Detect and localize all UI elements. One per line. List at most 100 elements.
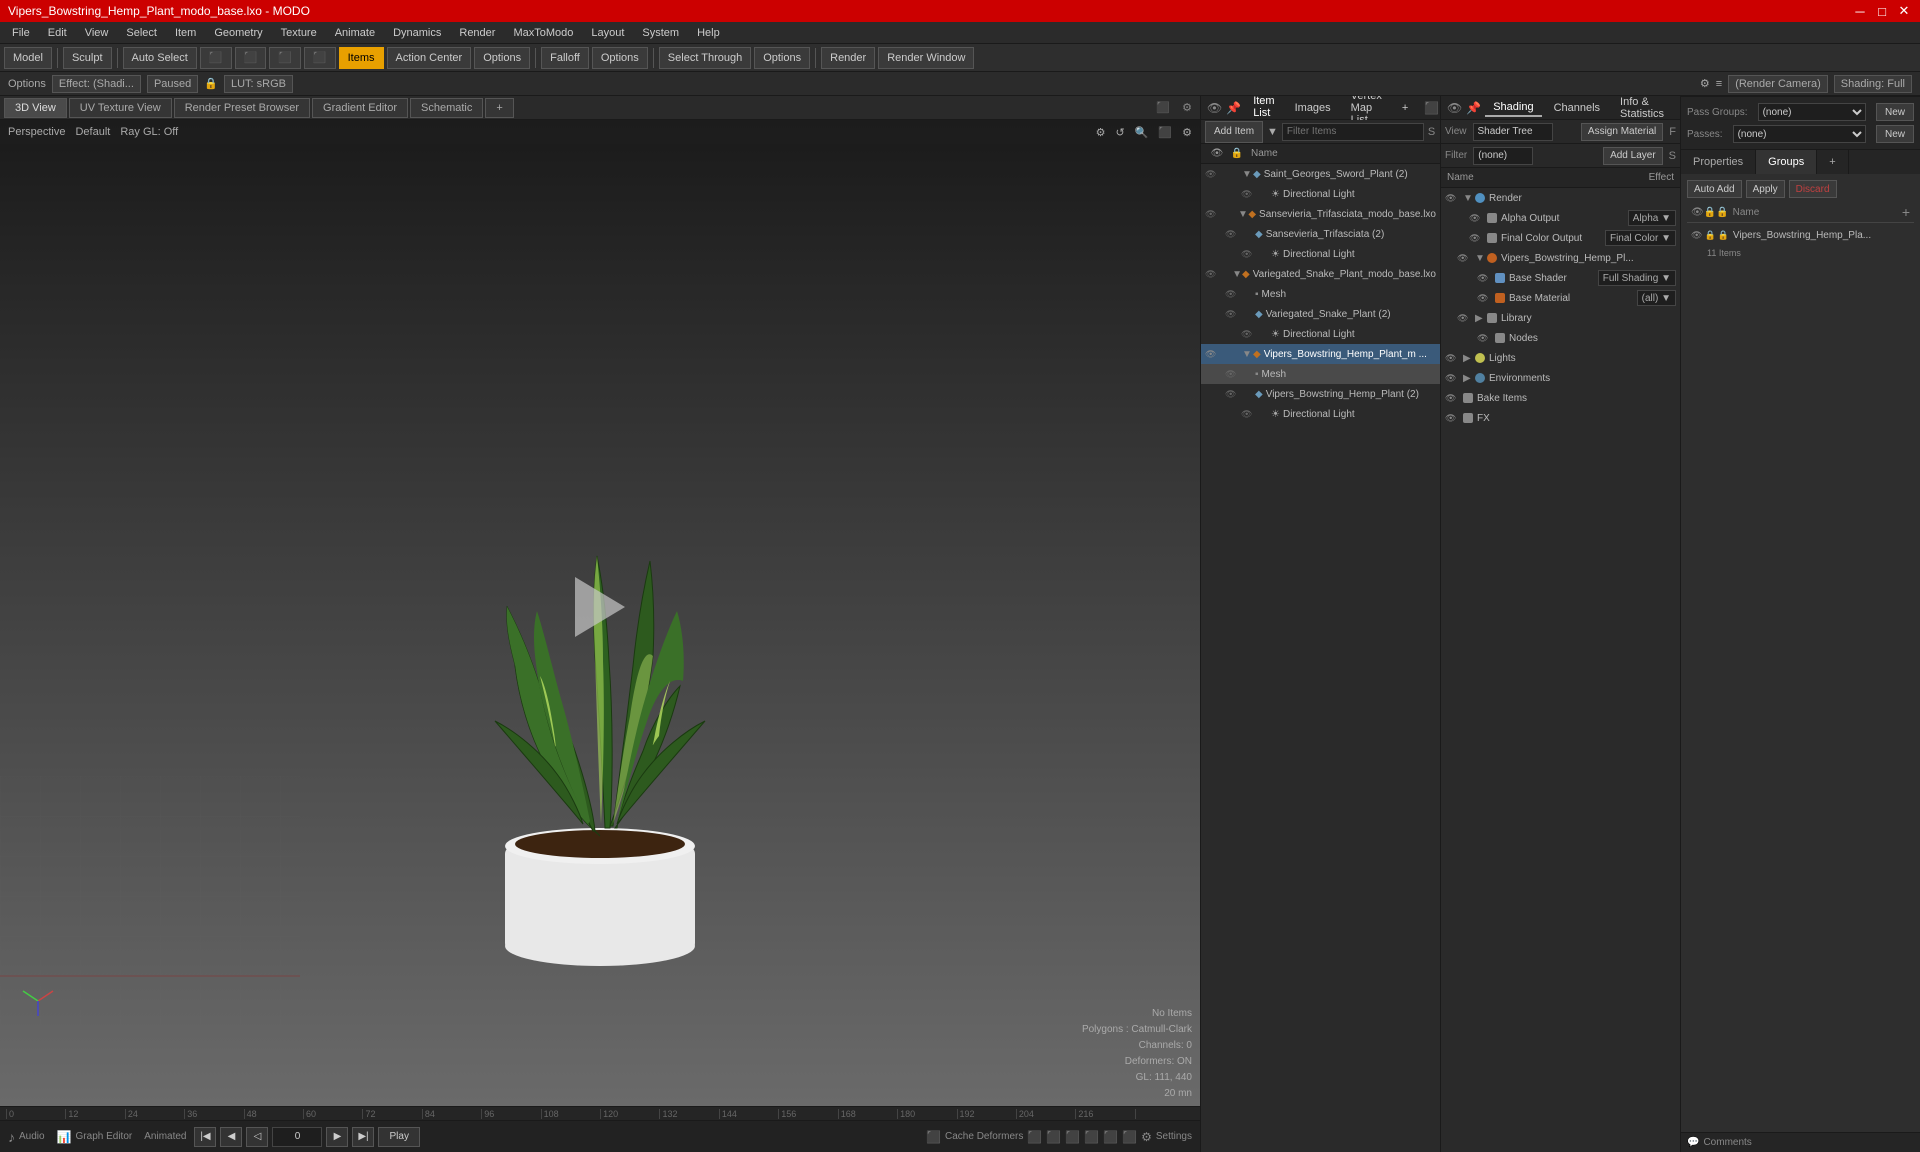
pin-icon-shading[interactable]: 📌 bbox=[1466, 101, 1481, 115]
menu-view[interactable]: View bbox=[77, 25, 117, 41]
tab-item-list[interactable]: Item List bbox=[1245, 96, 1282, 123]
sh-effect-bs[interactable]: Full Shading ▼ bbox=[1598, 270, 1676, 286]
tab-uvtexture[interactable]: UV Texture View bbox=[69, 98, 172, 118]
play-button[interactable] bbox=[575, 577, 625, 637]
vp-options-icon[interactable]: ⚙ bbox=[1178, 101, 1196, 114]
tab-shading[interactable]: Shading bbox=[1485, 99, 1541, 117]
toolbar-icon3[interactable]: ⬛ bbox=[269, 47, 301, 69]
tree-item-10[interactable]: 👁 ▼ ◆ Vipers_Bowstring_Hemp_Plant_m ... bbox=[1201, 344, 1440, 364]
gvis-eye[interactable]: 👁 bbox=[1691, 230, 1702, 241]
transport-ctrl3[interactable]: ⬛ bbox=[1065, 1130, 1080, 1144]
close-btn[interactable]: ✕ bbox=[1896, 3, 1912, 19]
apply-btn[interactable]: Apply bbox=[1746, 180, 1785, 198]
cache-deformers-label[interactable]: Cache Deformers bbox=[945, 1131, 1023, 1142]
vp-ctrl4[interactable]: ⬛ bbox=[1158, 126, 1172, 139]
tree-item-1[interactable]: 👁 ▼ ◆ Saint_Georges_Sword_Plant (2) bbox=[1201, 164, 1440, 184]
tab-groups[interactable]: Groups bbox=[1756, 150, 1817, 174]
vp-ctrl5[interactable]: ⚙ bbox=[1182, 126, 1192, 139]
tab-gradient[interactable]: Gradient Editor bbox=[312, 98, 408, 118]
eye-5[interactable]: 👁 bbox=[1241, 249, 1259, 260]
eye-1[interactable]: 👁 bbox=[1205, 169, 1223, 180]
tab-add-prop[interactable]: + bbox=[1817, 150, 1848, 174]
filter-dropdown-sh[interactable]: (none) bbox=[1473, 147, 1533, 165]
sh-effect-fc[interactable]: Final Color ▼ bbox=[1605, 230, 1676, 246]
sh-expand-1[interactable]: ▼ bbox=[1463, 193, 1475, 204]
assign-material-btn[interactable]: Assign Material bbox=[1581, 123, 1663, 141]
menu-file[interactable]: File bbox=[4, 25, 38, 41]
tab-renderpreset[interactable]: Render Preset Browser bbox=[174, 98, 310, 118]
sh-eye-2[interactable]: 👁 bbox=[1469, 213, 1487, 224]
transport-ctrl5[interactable]: ⬛ bbox=[1103, 1130, 1118, 1144]
options2-btn[interactable]: Options bbox=[592, 47, 648, 69]
menu-select[interactable]: Select bbox=[118, 25, 165, 41]
new-passes-btn[interactable]: New bbox=[1876, 125, 1914, 143]
sh-eye-5[interactable]: 👁 bbox=[1477, 273, 1495, 284]
render-btn[interactable]: Render bbox=[821, 47, 875, 69]
tab-properties[interactable]: Properties bbox=[1681, 150, 1756, 174]
add-item-dropdown[interactable]: ▼ bbox=[1267, 126, 1278, 138]
shader-row-vipers[interactable]: 👁 ▼ Vipers_Bowstring_Hemp_Pl... bbox=[1441, 248, 1680, 268]
prev-frame-btn[interactable]: ◀ bbox=[220, 1127, 242, 1147]
more-icon[interactable]: ≡ bbox=[1716, 78, 1722, 90]
transport-ctrl2[interactable]: ⬛ bbox=[1046, 1130, 1061, 1144]
shader-row-baseshader[interactable]: 👁 Base Shader Full Shading ▼ bbox=[1441, 268, 1680, 288]
eye-6[interactable]: 👁 bbox=[1205, 269, 1219, 280]
graph-icon[interactable]: 📊 bbox=[57, 1130, 72, 1144]
tab-info-stats[interactable]: Info & Statistics bbox=[1612, 96, 1672, 122]
tree-item-6[interactable]: 👁 ▼ ◆ Variegated_Snake_Plant_modo_base.l… bbox=[1201, 264, 1440, 284]
sh-eye-1[interactable]: 👁 bbox=[1445, 193, 1463, 204]
eye-icon-shading[interactable]: 👁 bbox=[1447, 101, 1462, 115]
sh-eye-3[interactable]: 👁 bbox=[1469, 233, 1487, 244]
sh-expand-4[interactable]: ▼ bbox=[1475, 253, 1487, 264]
render-window-btn[interactable]: Render Window bbox=[878, 47, 974, 69]
eye-2[interactable]: 👁 bbox=[1241, 189, 1259, 200]
sh-eye-4[interactable]: 👁 bbox=[1457, 253, 1475, 264]
cache-deformers-icon[interactable]: ⬛ bbox=[926, 1130, 941, 1144]
tree-item-11[interactable]: 👁 ▪ Mesh bbox=[1201, 364, 1440, 384]
eye-3[interactable]: 👁 bbox=[1205, 209, 1221, 220]
tab-add[interactable]: + bbox=[485, 98, 513, 118]
expand-icon-itemlist[interactable]: ⬛ bbox=[1424, 101, 1439, 115]
reverse-play-btn[interactable]: ◁ bbox=[246, 1127, 268, 1147]
gvis-lock2[interactable]: 🔒 bbox=[1718, 230, 1729, 241]
menu-dynamics[interactable]: Dynamics bbox=[385, 25, 449, 41]
forward-end-btn[interactable]: ▶| bbox=[352, 1127, 374, 1147]
expand-10[interactable]: ▼ bbox=[1241, 349, 1253, 360]
expand-3[interactable]: ▼ bbox=[1238, 209, 1249, 220]
next-frame-btn[interactable]: ▶ bbox=[326, 1127, 348, 1147]
shader-row-basematerial[interactable]: 👁 Base Material (all) ▼ bbox=[1441, 288, 1680, 308]
lock-icon[interactable]: 🔒 bbox=[204, 77, 218, 90]
new-group-btn[interactable]: + bbox=[1902, 204, 1910, 220]
play-btn[interactable]: Play bbox=[378, 1127, 419, 1147]
tab-channels[interactable]: Channels bbox=[1546, 100, 1608, 116]
sh-effect-bm[interactable]: (all) ▼ bbox=[1637, 290, 1676, 306]
settings-icon[interactable]: ⚙ bbox=[1141, 1130, 1152, 1144]
tree-item-3[interactable]: 👁 ▼ ◆ Sansevieria_Trifasciata_modo_base.… bbox=[1201, 204, 1440, 224]
menu-system[interactable]: System bbox=[634, 25, 687, 41]
auto-add-btn[interactable]: Auto Add bbox=[1687, 180, 1742, 198]
discard-btn[interactable]: Discard bbox=[1789, 180, 1837, 198]
comments-icon[interactable]: 💬 bbox=[1687, 1137, 1699, 1148]
menu-render[interactable]: Render bbox=[451, 25, 503, 41]
shader-s-btn[interactable]: S bbox=[1669, 150, 1676, 162]
passes-dropdown[interactable]: (none) bbox=[1733, 125, 1866, 143]
settings-label[interactable]: Settings bbox=[1156, 1131, 1192, 1142]
tab-schematic[interactable]: Schematic bbox=[410, 98, 483, 118]
sh-eye-12[interactable]: 👁 bbox=[1445, 413, 1463, 424]
menu-geometry[interactable]: Geometry bbox=[206, 25, 270, 41]
menu-animate[interactable]: Animate bbox=[327, 25, 383, 41]
sh-eye-11[interactable]: 👁 bbox=[1445, 393, 1463, 404]
menu-maxtomodo[interactable]: MaxToModo bbox=[505, 25, 581, 41]
shader-row-alpha[interactable]: 👁 Alpha Output Alpha ▼ bbox=[1441, 208, 1680, 228]
eye-11[interactable]: 👁 bbox=[1225, 369, 1243, 380]
menu-texture[interactable]: Texture bbox=[273, 25, 325, 41]
sh-expand-7[interactable]: ▶ bbox=[1475, 313, 1487, 324]
model-btn[interactable]: Model bbox=[4, 47, 52, 69]
eye-7[interactable]: 👁 bbox=[1225, 289, 1243, 300]
expand-6[interactable]: ▼ bbox=[1232, 269, 1242, 280]
filter-items-input[interactable] bbox=[1282, 123, 1424, 141]
items-btn[interactable]: Items bbox=[339, 47, 384, 69]
vp-expand-icon[interactable]: ⬛ bbox=[1150, 101, 1176, 114]
vp-ctrl2[interactable]: ↺ bbox=[1116, 126, 1125, 139]
select-through-btn[interactable]: Select Through bbox=[659, 47, 751, 69]
